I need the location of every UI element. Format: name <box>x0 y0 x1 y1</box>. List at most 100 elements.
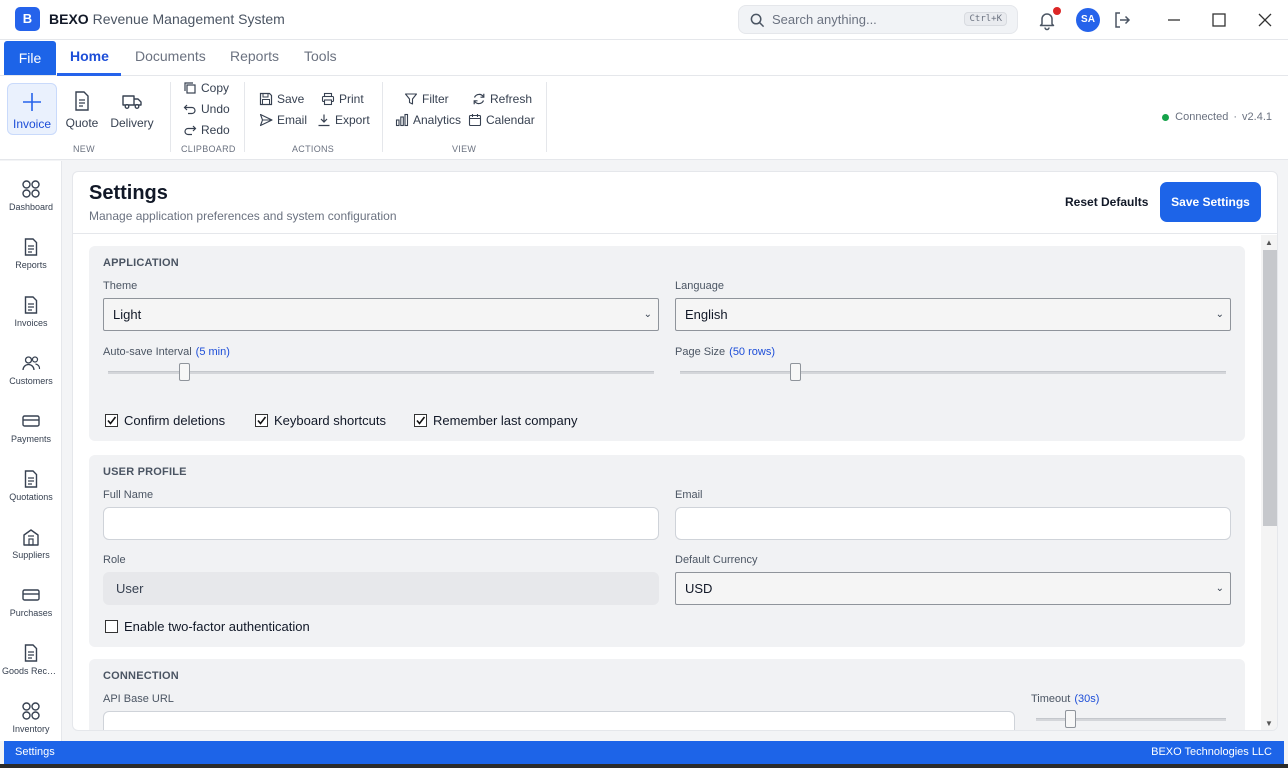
save-icon <box>259 92 273 106</box>
currency-select-value: USD <box>685 581 713 596</box>
pagesize-slider-thumb[interactable] <box>789 363 801 381</box>
confirm-deletions-checkbox[interactable]: Confirm deletions <box>105 413 225 428</box>
role-label: Role <box>103 554 126 566</box>
print-button[interactable]: Print <box>321 90 364 108</box>
language-label: Language <box>675 280 724 292</box>
avatar[interactable]: SA <box>1076 8 1100 32</box>
app-title-rest: Revenue Management System <box>88 11 285 27</box>
refresh-button[interactable]: Refresh <box>472 90 532 108</box>
sidebar-item-label: Reports <box>15 260 47 270</box>
sidebar-item-dashboard[interactable]: Dashboard <box>0 169 62 219</box>
search-input[interactable]: Search anything... Ctrl+K <box>738 5 1018 34</box>
copy-label: Copy <box>201 81 230 95</box>
scroll-down-arrow-icon[interactable]: ▼ <box>1265 719 1273 728</box>
undo-button[interactable]: Undo <box>183 100 230 118</box>
filter-button[interactable]: Filter <box>404 90 449 108</box>
autosave-slider-thumb[interactable] <box>179 363 191 381</box>
tab-documents[interactable]: Documents <box>135 48 206 64</box>
timeout-value: (30s) <box>1074 693 1100 705</box>
currency-label: Default Currency <box>675 554 758 566</box>
role-field: User <box>103 572 659 605</box>
new-quote-button[interactable]: Quote <box>57 83 107 135</box>
sidebar-item-inventory[interactable]: Inventory <box>0 691 62 741</box>
export-button[interactable]: Export <box>317 111 370 129</box>
sidebar-item-payments[interactable]: Payments <box>0 401 62 451</box>
tab-reports[interactable]: Reports <box>230 48 279 64</box>
plus-icon <box>23 93 41 111</box>
maximize-icon[interactable] <box>1208 9 1230 31</box>
calendar-label: Calendar <box>486 113 535 127</box>
close-icon[interactable] <box>1254 9 1276 31</box>
sidebar-item-label: Payments <box>10 434 52 444</box>
language-select-value: English <box>685 307 728 322</box>
file-menu-button[interactable]: File <box>4 41 56 75</box>
checkbox-label: Enable two-factor authentication <box>124 619 310 634</box>
sidebar-item-customers[interactable]: Customers <box>0 343 62 393</box>
chevron-down-icon: ⌄ <box>1215 583 1224 594</box>
save-settings-button[interactable]: Save Settings <box>1160 182 1261 222</box>
sidebar-item-purchases[interactable]: Purchases <box>0 575 62 625</box>
remember-company-checkbox[interactable]: Remember last company <box>414 413 578 428</box>
two-factor-checkbox[interactable]: Enable two-factor authentication <box>105 619 310 634</box>
save-button[interactable]: Save <box>259 90 304 108</box>
redo-button[interactable]: Redo <box>183 121 230 139</box>
email-button[interactable]: Email <box>259 111 307 129</box>
sidebar-item-suppliers[interactable]: Suppliers <box>0 517 62 567</box>
timeout-slider-thumb[interactable] <box>1065 710 1077 728</box>
calendar-button[interactable]: Calendar <box>468 111 535 129</box>
vertical-scrollbar[interactable]: ▲ ▼ <box>1261 235 1277 730</box>
ribbon-divider <box>244 82 245 152</box>
credit-card-icon <box>22 415 40 427</box>
application-section: APPLICATION Theme Light ⌄ Language Engli… <box>89 246 1245 441</box>
autosave-label: Auto-save Interval (5 min) <box>103 346 230 358</box>
api-url-field[interactable] <box>103 711 1015 730</box>
print-label: Print <box>339 92 364 106</box>
fullname-field[interactable] <box>103 507 659 540</box>
email-field[interactable] <box>675 507 1231 540</box>
new-delivery-button[interactable]: Delivery <box>107 83 157 135</box>
settings-scroll-area[interactable]: APPLICATION Theme Light ⌄ Language Engli… <box>73 235 1277 730</box>
logout-icon[interactable] <box>1111 9 1133 31</box>
connection-status: Connected · v2.4.1 <box>1162 111 1272 123</box>
analytics-button[interactable]: Analytics <box>395 111 461 129</box>
bar-chart-icon <box>395 113 409 127</box>
sidebar-item-label: Dashboard <box>8 202 54 212</box>
checkbox-box[interactable] <box>414 414 427 427</box>
theme-select[interactable]: Light ⌄ <box>103 298 659 331</box>
language-select[interactable]: English ⌄ <box>675 298 1231 331</box>
checkbox-box[interactable] <box>255 414 268 427</box>
tab-home[interactable]: Home <box>70 48 109 64</box>
new-invoice-button[interactable]: Invoice <box>7 83 57 135</box>
sidebar-item-reports[interactable]: Reports <box>0 227 62 277</box>
theme-select-value: Light <box>113 307 142 322</box>
pagesize-slider-track[interactable] <box>680 371 1226 374</box>
currency-select[interactable]: USD ⌄ <box>675 572 1231 605</box>
autosave-label-text: Auto-save Interval <box>103 346 192 358</box>
copy-button[interactable]: Copy <box>183 79 229 97</box>
send-icon <box>259 113 273 127</box>
reset-defaults-button[interactable]: Reset Defaults <box>1053 188 1160 216</box>
chevron-down-icon: ⌄ <box>643 309 652 320</box>
sidebar-item-label: Goods Received <box>2 666 60 676</box>
checkbox-label: Remember last company <box>433 413 578 428</box>
building-icon <box>23 529 39 546</box>
pagesize-value: (50 rows) <box>729 346 775 358</box>
sidebar-item-goods-received[interactable]: Goods Received <box>0 633 62 683</box>
credit-card-icon <box>22 589 40 601</box>
document-icon <box>24 296 38 314</box>
save-label: Save <box>277 92 305 106</box>
pagesize-label-text: Page Size <box>675 346 726 358</box>
filter-label: Filter <box>422 92 449 106</box>
sidebar-item-invoices[interactable]: Invoices <box>0 285 62 335</box>
redo-icon <box>184 125 197 136</box>
keyboard-shortcuts-checkbox[interactable]: Keyboard shortcuts <box>255 413 386 428</box>
tab-tools[interactable]: Tools <box>304 48 337 64</box>
checkbox-box[interactable] <box>105 620 118 633</box>
printer-icon <box>321 92 335 106</box>
scroll-up-arrow-icon[interactable]: ▲ <box>1265 238 1273 247</box>
minimize-icon[interactable] <box>1163 9 1185 31</box>
scrollbar-thumb[interactable] <box>1263 250 1277 526</box>
group-label-clipboard: CLIPBOARD <box>181 144 236 154</box>
checkbox-box[interactable] <box>105 414 118 427</box>
sidebar-item-quotations[interactable]: Quotations <box>0 459 62 509</box>
